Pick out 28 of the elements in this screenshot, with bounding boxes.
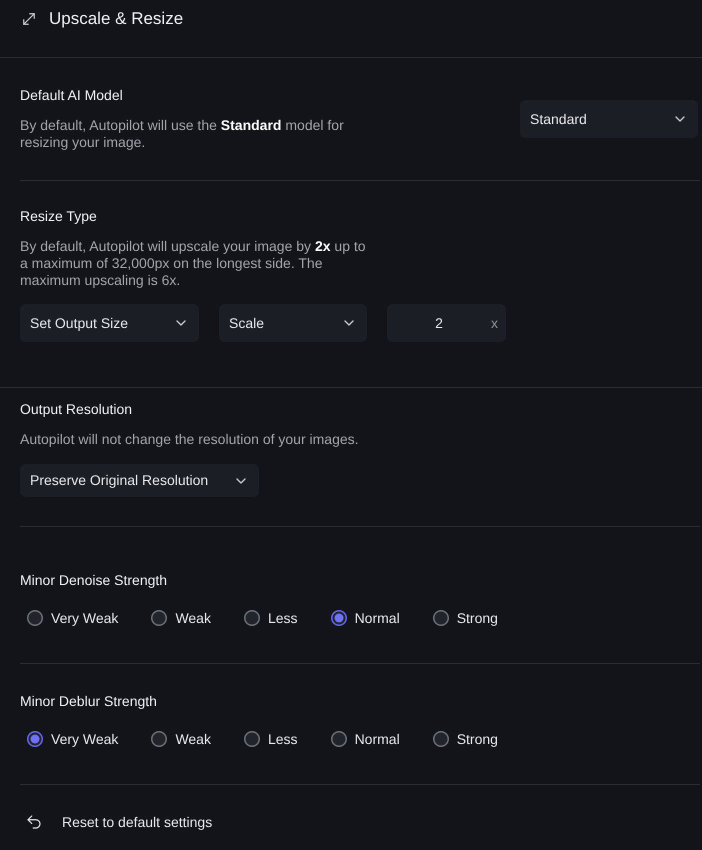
radio-option[interactable]: Weak xyxy=(151,729,211,749)
radio-option[interactable]: Normal xyxy=(330,608,400,628)
radio-option[interactable]: Very Weak xyxy=(27,608,118,628)
radio-option[interactable]: Less xyxy=(244,729,298,749)
radio-option[interactable]: Very Weak xyxy=(27,729,118,749)
radio-option[interactable]: Normal xyxy=(330,729,400,749)
undo-icon xyxy=(25,813,43,831)
radio-option[interactable]: Strong xyxy=(432,608,498,628)
section-description: By default, Autopilot will use the Standard model for resizing your image. xyxy=(20,117,345,151)
section-title: Minor Deblur Strength xyxy=(20,692,157,710)
section-description: Autopilot will not change the resolution of your images. xyxy=(20,431,360,448)
page-title: Upscale & Resize xyxy=(49,10,184,28)
section-title: Output Resolution xyxy=(20,400,132,418)
unit-label: x xyxy=(491,314,498,332)
section-title: Resize Type xyxy=(20,207,97,225)
reset-button[interactable]: Reset to default settings xyxy=(25,812,212,832)
section-title: Default AI Model xyxy=(20,86,123,104)
diagonal-arrows-icon xyxy=(20,10,38,28)
dropdown[interactable]: Preserve Original Resolution xyxy=(20,464,259,497)
dropdown[interactable]: Scale xyxy=(219,304,367,342)
section-title: Minor Denoise Strength xyxy=(20,571,168,589)
dropdown[interactable]: Set Output Size xyxy=(20,304,199,342)
number-field[interactable]: 2 x xyxy=(387,304,506,342)
radio-option[interactable]: Less xyxy=(244,608,298,628)
dropdown[interactable]: Standard xyxy=(520,100,698,138)
radio-option[interactable]: Weak xyxy=(151,608,211,628)
section-description: By default, Autopilot will upscale your image by 2x up to a maximum of 32,000px on the longest side. The maximum upscaling is 6x. xyxy=(20,238,367,289)
radio-option[interactable]: Strong xyxy=(432,729,498,749)
